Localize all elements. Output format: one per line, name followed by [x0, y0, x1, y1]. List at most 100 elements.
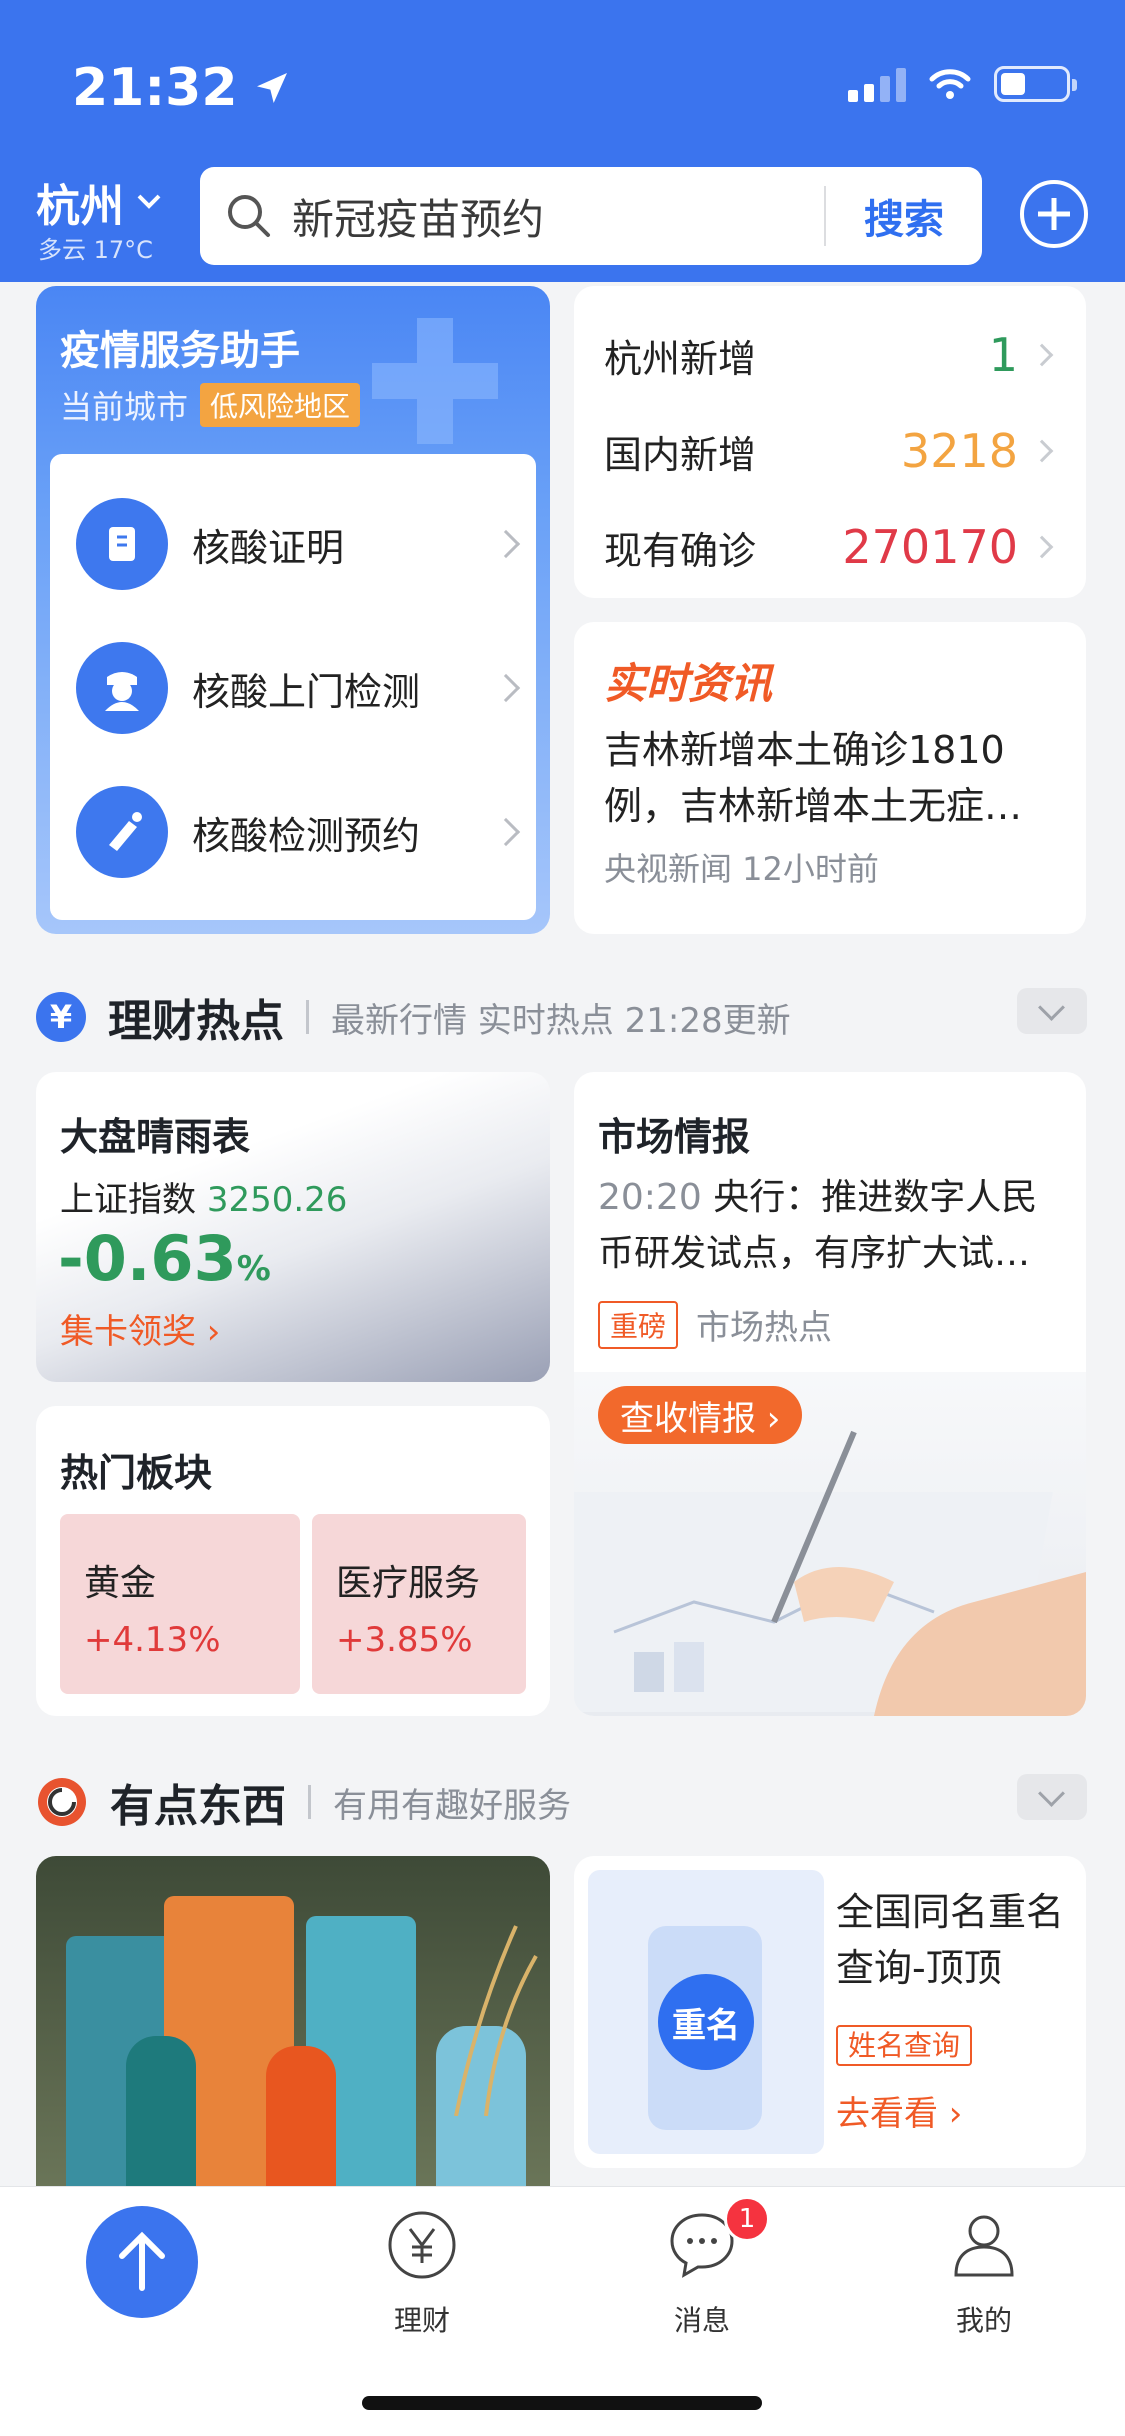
market-intel-tags: 重磅 市场热点: [598, 1300, 832, 1349]
sector-name: 黄金: [84, 1563, 157, 1604]
name-query-card[interactable]: 重名 全国同名重名查询-顶顶 姓名查询 去看看 ›: [574, 1856, 1086, 2168]
location-arrow-icon: [256, 73, 287, 103]
risk-level-badge: 低风险地区: [200, 383, 361, 427]
market-barometer-card[interactable]: 大盘晴雨表 上证指数 3250.26 -0.63% 集卡领奖 ›: [36, 1072, 550, 1382]
tab-finance[interactable]: 理财: [342, 2209, 502, 2339]
section-subtitle: 最新行情 实时热点 21:28更新: [331, 1000, 791, 1041]
tab-label: 消息: [673, 2304, 730, 2337]
name-query-image: 重名: [588, 1870, 824, 2154]
market-intel-time: 20:20: [598, 1177, 702, 1218]
home-indicator[interactable]: [362, 2396, 762, 2410]
collect-card-link[interactable]: 集卡领奖 ›: [60, 1304, 220, 1353]
liquor-product-card[interactable]: [36, 1856, 550, 2186]
tab-label: 理财: [393, 2304, 450, 2337]
market-intel-title: 市场情报: [598, 1115, 751, 1159]
service-label: 核酸证明: [192, 525, 345, 570]
service-label: 核酸检测预约: [192, 813, 421, 858]
finance-section-header: ¥ 理财热点 最新行情 实时热点 21:28更新: [36, 985, 791, 1049]
stat-name: 杭州新增: [604, 336, 757, 381]
sector-item-medical[interactable]: 医疗服务 +3.85%: [312, 1514, 526, 1694]
collapse-goods-button[interactable]: [1017, 1774, 1087, 1820]
test-tube-icon: [76, 498, 168, 590]
service-label: 核酸上门检测: [192, 669, 421, 714]
stat-name: 国内新增: [604, 432, 757, 477]
news-title: 吉林新增本土确诊1810例，吉林新增本土无症…: [604, 728, 1023, 828]
product-bottle-image: [126, 2036, 196, 2186]
status-time-text: 21:32: [72, 58, 238, 118]
chevron-right-icon: [491, 529, 521, 559]
news-meta: 央视新闻 12小时前: [604, 850, 879, 888]
signal-icon: [848, 66, 906, 102]
service-item-test-booking[interactable]: 核酸检测预约: [76, 786, 521, 878]
news-tag: 实时资讯: [604, 659, 773, 708]
hot-sectors-title: 热门板块: [60, 1451, 213, 1495]
stat-name: 现有确诊: [604, 528, 757, 573]
tab-profile[interactable]: 我的: [904, 2209, 1064, 2339]
chevron-down-icon: [137, 194, 161, 209]
stat-row-hangzhou[interactable]: 杭州新增 1: [604, 320, 1054, 390]
important-tag: 重磅: [598, 1300, 679, 1349]
product-bottle-image: [266, 2046, 336, 2186]
message-count-badge: 1: [724, 2196, 770, 2242]
swab-icon: [76, 786, 168, 878]
market-intel-body: 20:20 央行：推进数字人民币研发试点，有序扩大试…: [598, 1170, 1068, 1282]
service-item-nucleic-certificate[interactable]: 核酸证明: [76, 498, 521, 590]
search-bar[interactable]: 新冠疫苗预约 搜索: [200, 167, 982, 265]
index-row: 上证指数 3250.26: [60, 1172, 347, 1221]
sector-change: +4.13%: [84, 1620, 221, 1660]
go-see-link[interactable]: 去看看 ›: [836, 2086, 962, 2135]
check-intel-button[interactable]: 查收情报 ›: [598, 1386, 803, 1444]
name-query-tag-wrap: 姓名查询: [836, 2024, 973, 2066]
stat-value: 3218: [900, 424, 1018, 478]
stat-row-domestic[interactable]: 国内新增 3218: [604, 416, 1054, 486]
market-intel-card[interactable]: 市场情报 20:20 央行：推进数字人民币研发试点，有序扩大试… 重磅 市场热点…: [574, 1072, 1086, 1716]
city-label: 杭州: [36, 181, 124, 232]
weather-label: 多云 17°C: [38, 236, 153, 264]
chevron-right-icon: [491, 817, 521, 847]
index-change: -0.63%: [58, 1222, 271, 1295]
home-up-button[interactable]: [86, 2206, 198, 2318]
market-intel-category: 市场热点: [696, 1308, 833, 1348]
search-button[interactable]: 搜索: [826, 187, 982, 245]
arrow-up-icon: [119, 2231, 165, 2291]
index-label: 上证指数: [60, 1180, 196, 1220]
battery-icon: [994, 66, 1077, 102]
medical-cross-icon: [372, 318, 498, 444]
status-time: 21:32: [72, 58, 292, 118]
section-divider: [308, 1785, 311, 1819]
sector-name: 医疗服务: [336, 1563, 481, 1604]
section-title: 有点东西: [110, 1781, 286, 1832]
sector-item-gold[interactable]: 黄金 +4.13%: [60, 1514, 300, 1694]
stat-row-existing[interactable]: 现有确诊 270170: [604, 512, 1054, 582]
gift-icon: [38, 1778, 86, 1826]
current-city-label: 当前城市: [60, 388, 189, 426]
chevron-right-icon: [1030, 439, 1054, 463]
add-button[interactable]: [1020, 180, 1088, 248]
section-subtitle: 有用有趣好服务: [333, 1785, 571, 1826]
status-indicators: [848, 66, 1077, 102]
realtime-news-card[interactable]: 实时资讯 吉林新增本土确诊1810例，吉林新增本土无症… 央视新闻 12小时前: [574, 622, 1086, 934]
chevron-right-icon: [1030, 535, 1054, 559]
city-selector[interactable]: 杭州: [36, 170, 162, 234]
yen-circle-icon: [388, 2211, 456, 2279]
nurse-icon: [76, 642, 168, 734]
name-query-tag: 姓名查询: [836, 2025, 973, 2066]
chevron-right-icon: [491, 673, 521, 703]
name-query-title: 全国同名重名查询-顶顶: [836, 1890, 1065, 1990]
epidemic-services-list: 核酸证明 核酸上门检测 核酸检测预约: [50, 454, 536, 920]
wifi-icon: [929, 69, 971, 99]
person-icon: [954, 2215, 1014, 2277]
stat-value: 270170: [842, 520, 1018, 574]
collapse-finance-button[interactable]: [1017, 988, 1087, 1034]
service-item-home-testing[interactable]: 核酸上门检测: [76, 642, 521, 734]
stat-value: 1: [988, 328, 1018, 382]
goods-section-header: 有点东西 有用有趣好服务: [36, 1770, 571, 1834]
search-icon: [228, 195, 270, 237]
section-divider: [306, 1000, 309, 1034]
section-title: 理财热点: [108, 996, 284, 1047]
epidemic-stats-card: 杭州新增 1 国内新增 3218 现有确诊 270170: [574, 286, 1086, 598]
tab-label: 我的: [955, 2304, 1012, 2337]
search-input[interactable]: 新冠疫苗预约: [292, 186, 824, 247]
name-query-badge: 重名: [658, 1974, 754, 2070]
wheat-decoration: [454, 1925, 538, 2116]
